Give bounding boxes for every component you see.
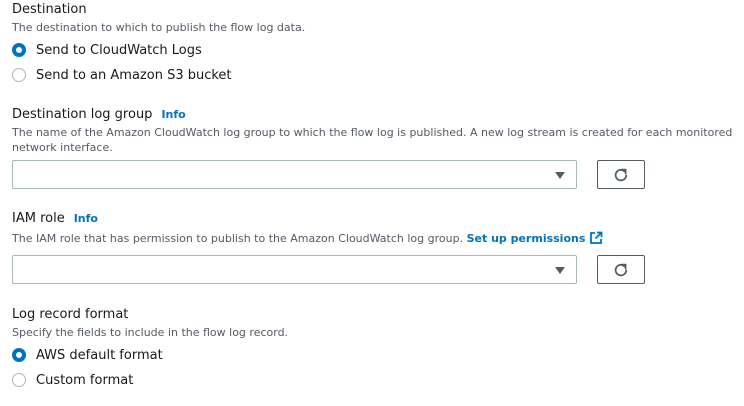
refresh-icon <box>614 168 628 181</box>
external-link-icon <box>590 231 603 244</box>
log-group-label-row: Destination log group Info <box>12 107 186 122</box>
iam-role-info-link[interactable]: Info <box>74 212 98 225</box>
radio-send-to-s3[interactable]: Send to an Amazon S3 bucket <box>12 66 232 84</box>
radio-unselected-indicator[interactable] <box>12 373 26 387</box>
iam-role-description: The IAM role that has permission to publ… <box>12 232 464 245</box>
radio-label-cloudwatch: Send to CloudWatch Logs <box>36 42 202 58</box>
iam-role-label: IAM role <box>12 211 65 226</box>
log-group-label: Destination log group <box>12 107 153 122</box>
refresh-icon <box>614 263 628 276</box>
destination-description: The destination to which to publish the … <box>12 21 306 34</box>
destination-label: Destination <box>12 2 87 17</box>
caret-down-icon <box>555 172 565 179</box>
radio-unselected-indicator[interactable] <box>12 68 26 82</box>
log-group-info-link[interactable]: Info <box>161 108 185 121</box>
radio-label-custom: Custom format <box>36 372 134 388</box>
radio-custom-format[interactable]: Custom format <box>12 371 133 389</box>
caret-down-icon <box>555 267 565 274</box>
iam-role-select[interactable] <box>12 255 577 284</box>
log-format-description: Specify the fields to include in the flo… <box>12 326 289 339</box>
radio-aws-default-format[interactable]: AWS default format <box>12 346 163 364</box>
iam-role-description-row: The IAM role that has permission to publ… <box>12 231 603 247</box>
log-group-select[interactable] <box>12 160 577 189</box>
log-group-description-line1: The name of the Amazon CloudWatch log gr… <box>12 126 733 139</box>
set-up-permissions-link[interactable]: Set up permissions <box>466 231 604 245</box>
set-up-permissions-label: Set up permissions <box>466 232 586 245</box>
radio-label-s3: Send to an Amazon S3 bucket <box>36 67 232 83</box>
radio-send-to-cloudwatch[interactable]: Send to CloudWatch Logs <box>12 41 202 59</box>
log-format-label: Log record format <box>12 307 129 322</box>
radio-selected-indicator[interactable] <box>12 348 26 362</box>
flow-log-form: Destination The destination to which to … <box>0 0 744 406</box>
log-group-refresh-button[interactable] <box>597 160 645 189</box>
radio-selected-indicator[interactable] <box>12 43 26 57</box>
radio-label-aws-default: AWS default format <box>36 347 163 363</box>
iam-role-label-row: IAM role Info <box>12 211 98 226</box>
log-group-description-line2: network interface. <box>12 141 113 154</box>
iam-role-refresh-button[interactable] <box>597 255 645 284</box>
